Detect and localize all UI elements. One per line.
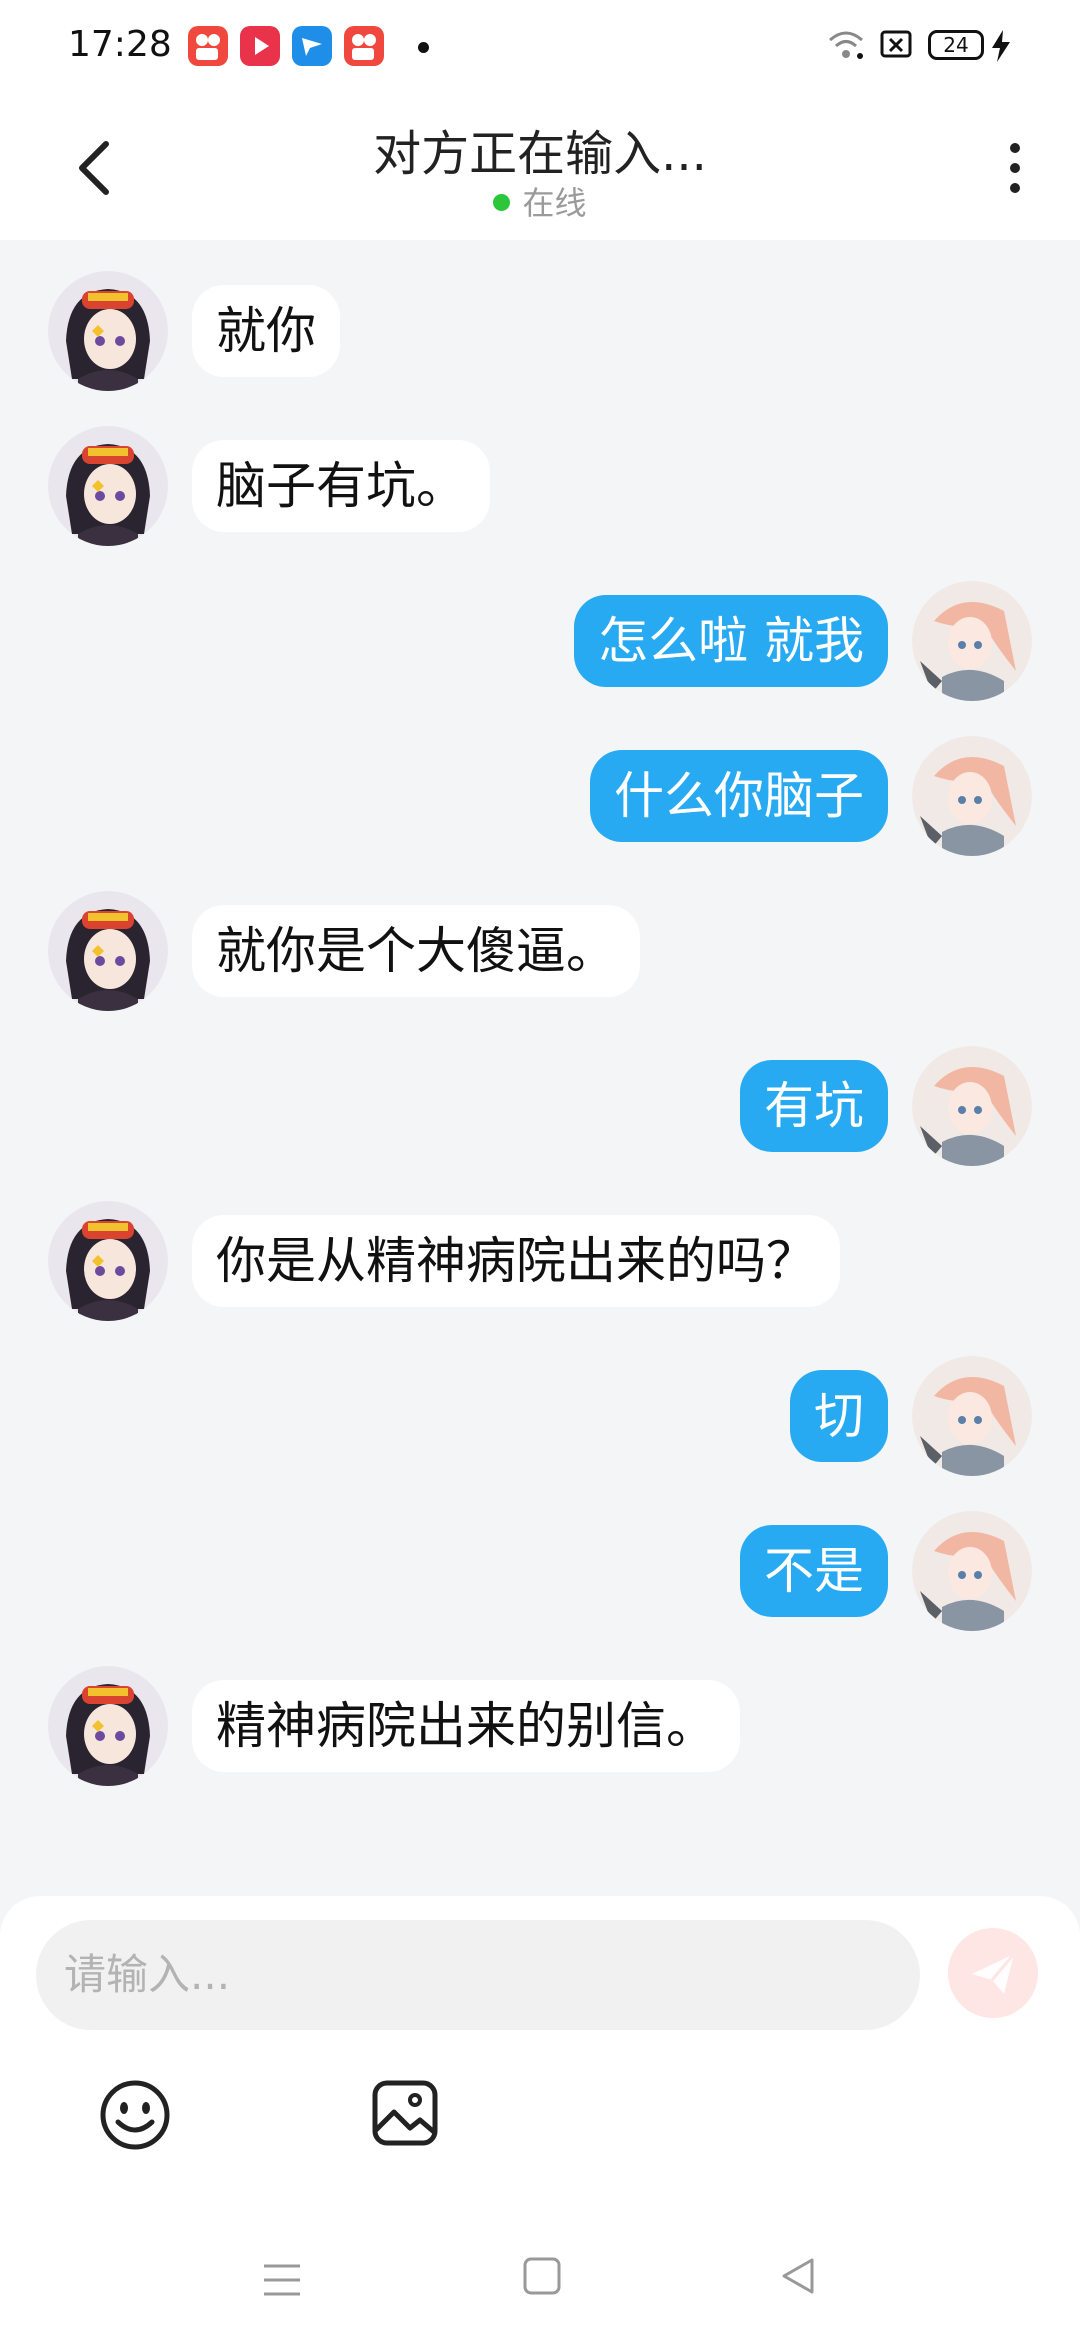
contact-avatar[interactable]	[48, 1201, 168, 1321]
kuaishou-icon	[188, 26, 228, 66]
status-bar: 17:28 24	[0, 0, 1080, 96]
message-input[interactable]: 请输入...	[36, 1920, 920, 2030]
recent-apps-icon[interactable]	[262, 2260, 302, 2300]
charging-icon	[992, 30, 1010, 62]
my-avatar[interactable]	[912, 1046, 1032, 1166]
outgoing-message-bubble[interactable]: 切	[790, 1370, 888, 1462]
incoming-message-bubble[interactable]: 脑子有坑。	[192, 440, 490, 532]
online-status: 在线	[0, 178, 1080, 224]
contact-avatar[interactable]	[48, 891, 168, 1011]
more-notifications-dot	[418, 42, 429, 53]
wifi-icon	[829, 31, 863, 59]
home-icon[interactable]	[522, 2256, 562, 2296]
system-nav-bar	[0, 2220, 1080, 2340]
contact-avatar[interactable]	[48, 426, 168, 546]
send-button[interactable]	[948, 1928, 1038, 2018]
incoming-message-bubble[interactable]: 就你是个大傻逼。	[192, 905, 640, 997]
more-options-icon[interactable]	[1000, 136, 1030, 200]
image-icon[interactable]	[370, 2078, 440, 2148]
feishu-icon	[292, 26, 332, 66]
my-avatar[interactable]	[912, 1356, 1032, 1476]
online-status-label: 在线	[522, 184, 587, 222]
kuaishou-icon	[344, 26, 384, 66]
send-icon	[972, 1953, 1016, 1994]
incoming-message-bubble[interactable]: 精神病院出来的别信。	[192, 1680, 740, 1772]
back-triangle-icon[interactable]	[778, 2256, 818, 2296]
sim-blocked-icon	[880, 30, 912, 58]
my-avatar[interactable]	[912, 1511, 1032, 1631]
contact-avatar[interactable]	[48, 1666, 168, 1786]
video-player-icon	[240, 26, 280, 66]
chat-header: 对方正在输入... 在线	[0, 96, 1080, 240]
status-time: 17:28	[68, 24, 172, 65]
outgoing-message-bubble[interactable]: 有坑	[740, 1060, 888, 1152]
online-dot-icon	[493, 193, 511, 211]
incoming-message-bubble[interactable]: 就你	[192, 285, 340, 377]
chat-title: 对方正在输入...	[373, 126, 707, 182]
outgoing-message-bubble[interactable]: 怎么啦 就我	[574, 595, 888, 687]
outgoing-message-bubble[interactable]: 什么你脑子	[590, 750, 888, 842]
outgoing-message-bubble[interactable]: 不是	[740, 1525, 888, 1617]
contact-avatar[interactable]	[48, 271, 168, 391]
emoji-icon[interactable]	[98, 2078, 172, 2152]
my-avatar[interactable]	[912, 736, 1032, 856]
my-avatar[interactable]	[912, 581, 1032, 701]
incoming-message-bubble[interactable]: 你是从精神病院出来的吗？	[192, 1215, 840, 1307]
battery-icon: 24	[928, 30, 984, 60]
message-list[interactable]: 巴比就你脑子有坑。怎么啦 就我什么你脑子就你是个大傻逼。有坑你是从精神病院出来的…	[0, 240, 1080, 1896]
